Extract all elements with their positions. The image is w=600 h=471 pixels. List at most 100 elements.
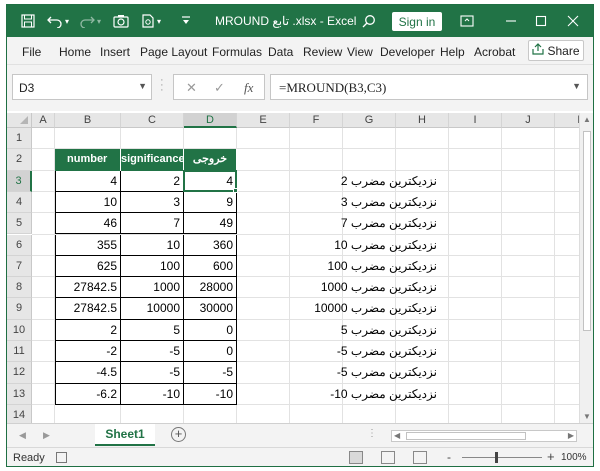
page-layout-view-icon[interactable] (381, 451, 395, 464)
row-header-8[interactable]: 8 (7, 277, 32, 299)
column-header-a[interactable]: A (32, 113, 55, 128)
expand-formula-bar-icon[interactable]: ▼ (572, 81, 581, 91)
note-cell[interactable]: نزدیکترین مضرب 10- (280, 384, 437, 405)
table-cell[interactable]: 4 (55, 170, 121, 192)
table-cell[interactable]: 9 (184, 191, 237, 214)
chevron-down-icon[interactable]: ▼ (138, 81, 147, 91)
fill-handle[interactable] (233, 187, 238, 193)
camera-icon[interactable] (113, 13, 129, 29)
cancel-icon[interactable]: ✕ (186, 80, 197, 96)
note-cell[interactable]: نزدیکترین مضرب 10000 (280, 298, 437, 319)
tab-split-handle[interactable]: ⋮ (367, 428, 377, 439)
redo-dropdown-icon[interactable]: ▾ (97, 13, 101, 29)
table-cell[interactable]: -10 (121, 383, 184, 405)
table-cell[interactable]: 2 (121, 170, 184, 192)
table-cell[interactable]: 28000 (184, 277, 237, 299)
horizontal-scroll-thumb[interactable] (406, 432, 526, 440)
name-box[interactable]: D3 ▼ (12, 74, 152, 100)
scroll-down-icon[interactable]: ▼ (583, 412, 591, 421)
menu-insert[interactable]: Insert (100, 45, 130, 59)
table-cell[interactable]: 10 (55, 191, 121, 214)
table-cell[interactable]: 2 (55, 319, 121, 341)
minimize-icon[interactable] (503, 13, 519, 29)
menu-view[interactable]: View (347, 45, 373, 59)
customize-toolbar-icon[interactable] (181, 13, 191, 29)
zoom-level[interactable]: 100% (561, 452, 587, 463)
table-cell[interactable]: 46 (55, 213, 121, 235)
search-icon[interactable] (362, 13, 376, 29)
maximize-icon[interactable] (533, 13, 549, 29)
scroll-right-icon[interactable]: ▶ (568, 431, 574, 440)
add-sheet-button[interactable]: + (171, 427, 186, 442)
table-cell[interactable]: 0 (184, 341, 237, 363)
table-cell[interactable]: 30000 (184, 298, 237, 320)
zoom-out-button[interactable]: - (447, 450, 451, 464)
row-header-6[interactable]: 6 (7, 234, 32, 256)
vertical-scrollbar[interactable]: ▲ ▼ (579, 113, 593, 423)
column-header-g[interactable]: G (343, 113, 396, 128)
column-header-h[interactable]: H (396, 113, 449, 128)
note-cell[interactable]: نزدیکترین مضرب 1000 (280, 277, 437, 298)
row-header-9[interactable]: 9 (7, 298, 32, 320)
vertical-scroll-thumb[interactable] (583, 131, 591, 331)
table-cell[interactable]: 0 (184, 319, 237, 341)
note-cell[interactable]: نزدیکترین مضرب 100 (280, 256, 437, 277)
table-cell[interactable]: -4.5 (55, 362, 121, 384)
note-cell[interactable]: نزدیکترین مضرب 5- (280, 362, 437, 383)
sign-in-button[interactable]: Sign in (392, 12, 442, 31)
row-header-3[interactable]: 3 (7, 170, 32, 192)
menu-help[interactable]: Help (440, 45, 465, 59)
row-header-11[interactable]: 11 (7, 341, 32, 363)
horizontal-scrollbar[interactable]: ◀ ▶ (391, 430, 577, 442)
row-header-10[interactable]: 10 (7, 319, 32, 341)
note-cell[interactable]: نزدیکترین مضرب 7 (280, 213, 437, 234)
column-header-d[interactable]: D (184, 113, 237, 128)
save-icon[interactable] (21, 13, 35, 29)
undo-icon[interactable] (47, 13, 63, 29)
table-cell[interactable]: 3 (121, 191, 184, 214)
menu-file[interactable]: File (22, 45, 41, 59)
page-break-view-icon[interactable] (413, 451, 427, 464)
print-dropdown-icon[interactable]: ▾ (157, 13, 161, 29)
close-icon[interactable] (565, 13, 581, 29)
column-header-f[interactable]: F (290, 113, 343, 128)
zoom-slider[interactable] (462, 457, 542, 458)
menu-data[interactable]: Data (268, 45, 293, 59)
table-cell[interactable]: -10 (184, 383, 237, 405)
table-cell[interactable]: 27842.5 (55, 277, 121, 299)
menu-formulas[interactable]: Formulas (212, 45, 262, 59)
table-cell[interactable]: -5 (121, 362, 184, 384)
zoom-in-button[interactable]: + (547, 449, 555, 464)
scroll-up-icon[interactable]: ▲ (583, 115, 591, 124)
undo-dropdown-icon[interactable]: ▾ (65, 13, 69, 29)
table-cell[interactable]: 4 (184, 170, 237, 192)
table-cell[interactable]: -5 (121, 341, 184, 363)
table-cell[interactable]: 625 (55, 255, 121, 278)
column-header-b[interactable]: B (55, 113, 121, 128)
note-cell[interactable]: نزدیکترین مضرب 5- (280, 341, 437, 362)
row-header-2[interactable]: 2 (7, 149, 32, 171)
prev-sheet-icon[interactable]: ◀ (19, 430, 26, 441)
macro-record-icon[interactable] (56, 452, 67, 463)
table-cell[interactable]: 355 (55, 234, 121, 256)
table-header-cell[interactable]: significance (121, 149, 185, 171)
note-cell[interactable]: نزدیکترین مضرب 5 (280, 320, 437, 341)
table-cell[interactable]: 5 (121, 319, 184, 341)
ribbon-display-options-icon[interactable] (459, 13, 475, 29)
redo-icon[interactable] (79, 13, 95, 29)
tab-sheet1[interactable]: Sheet1 (95, 424, 155, 446)
row-header-4[interactable]: 4 (7, 191, 32, 214)
table-cell[interactable]: 10000 (121, 298, 184, 320)
note-cell[interactable]: نزدیکترین مضرب 2 (280, 171, 437, 192)
table-cell[interactable]: -2 (55, 341, 121, 363)
column-header-e[interactable]: E (237, 113, 290, 128)
menu-acrobat[interactable]: Acrobat (474, 45, 515, 59)
table-cell[interactable]: 1000 (121, 277, 184, 299)
table-cell[interactable]: 27842.5 (55, 298, 121, 320)
print-preview-icon[interactable] (141, 13, 155, 29)
select-all-button[interactable] (7, 113, 32, 128)
table-header-cell[interactable]: number (55, 149, 121, 171)
menu-home[interactable]: Home (59, 45, 91, 59)
row-header-7[interactable]: 7 (7, 255, 32, 278)
row-header-5[interactable]: 5 (7, 213, 32, 235)
